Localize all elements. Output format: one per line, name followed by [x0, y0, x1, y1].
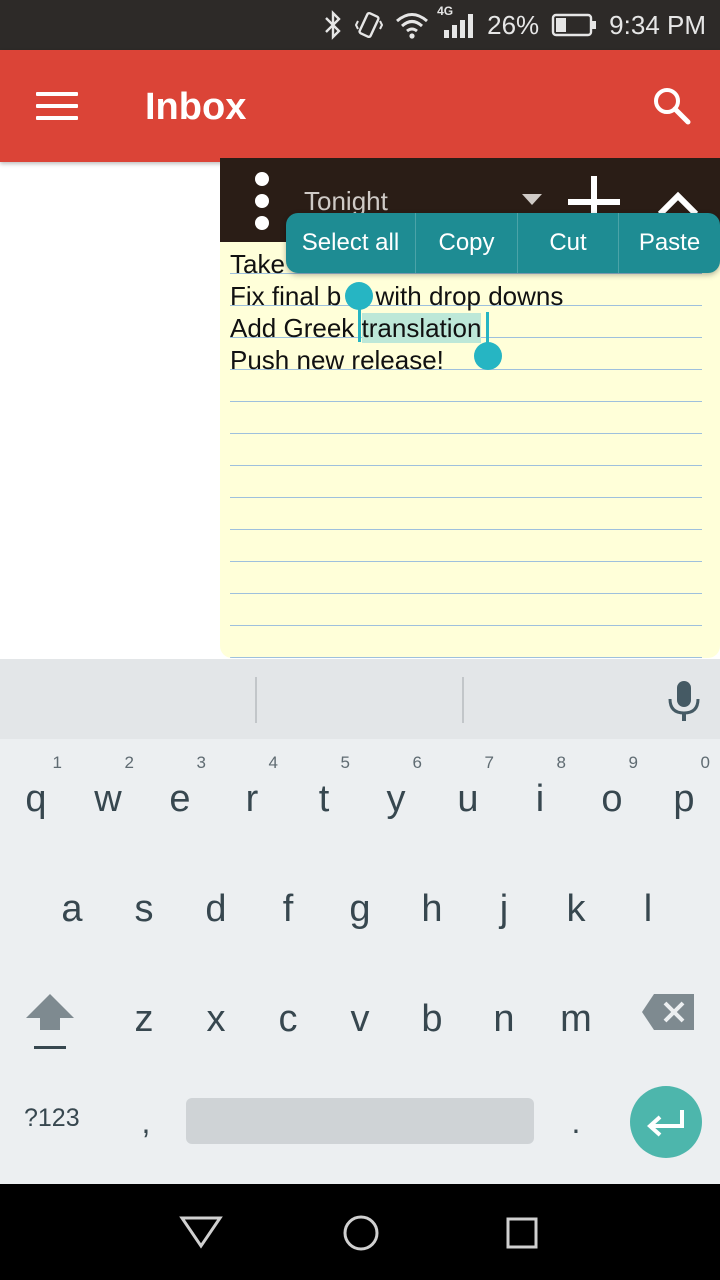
battery-icon [551, 12, 597, 38]
key-z[interactable]: z [114, 965, 174, 1055]
selection-end-handle[interactable] [474, 342, 502, 370]
navigation-bar [0, 1184, 720, 1280]
select-all-button[interactable]: Select all [286, 213, 416, 273]
paste-button[interactable]: Paste [619, 213, 720, 273]
back-icon[interactable] [178, 1214, 224, 1250]
key-e[interactable]: 3e [150, 745, 210, 835]
key-n[interactable]: n [474, 965, 534, 1055]
key-o[interactable]: 9o [582, 745, 642, 835]
key-m[interactable]: m [546, 965, 606, 1055]
key-a[interactable]: a [42, 855, 102, 945]
home-icon[interactable] [342, 1214, 380, 1252]
menu-icon[interactable] [24, 82, 88, 130]
shift-key[interactable] [22, 990, 78, 1054]
copy-button[interactable]: Copy [416, 213, 518, 273]
selected-text[interactable]: translation [361, 313, 482, 343]
symbols-key[interactable]: ?123 [24, 1104, 80, 1133]
key-r[interactable]: 4r [222, 745, 282, 835]
search-icon[interactable] [650, 84, 694, 128]
key-s[interactable]: s [114, 855, 174, 945]
text-selection-menu: Select all Copy Cut Paste [286, 213, 720, 273]
app-bar: Inbox [0, 50, 720, 162]
network-type-label: 4G [437, 4, 454, 18]
key-p[interactable]: 0p [654, 745, 714, 835]
more-options-icon[interactable] [250, 172, 274, 230]
backspace-icon[interactable] [640, 990, 698, 1034]
note-line[interactable]: Fix final bs with drop downs [230, 280, 563, 312]
comma-key[interactable]: , [136, 1104, 156, 1141]
key-f[interactable]: f [258, 855, 318, 945]
suggestion-strip [0, 659, 720, 739]
key-h[interactable]: h [402, 855, 462, 945]
vibrate-icon [355, 10, 384, 40]
page-title: Inbox [145, 86, 247, 128]
space-bar[interactable] [186, 1098, 534, 1144]
key-l[interactable]: l [618, 855, 678, 945]
key-x[interactable]: x [186, 965, 246, 1055]
key-b[interactable]: b [402, 965, 462, 1055]
key-k[interactable]: k [546, 855, 606, 945]
key-t[interactable]: 5t [294, 745, 354, 835]
key-w[interactable]: 2w [78, 745, 138, 835]
status-icons: 4G 26% 9:34 PM [323, 0, 706, 50]
key-d[interactable]: d [186, 855, 246, 945]
dropdown-arrow-icon[interactable] [522, 194, 542, 205]
key-v[interactable]: v [330, 965, 390, 1055]
suggestion-divider [255, 677, 257, 723]
note-line[interactable]: Push new release! [230, 344, 444, 376]
recents-icon[interactable] [505, 1216, 539, 1250]
battery-percentage: 26% [487, 9, 540, 40]
key-q[interactable]: 1q [6, 745, 66, 835]
wifi-icon [395, 11, 429, 39]
key-y[interactable]: 6y [366, 745, 426, 835]
note-line[interactable]: Add Greek translation [230, 312, 482, 344]
key-c[interactable]: c [258, 965, 318, 1055]
key-g[interactable]: g [330, 855, 390, 945]
key-i[interactable]: 8i [510, 745, 570, 835]
note-line[interactable]: Take [230, 248, 285, 280]
enter-key[interactable] [630, 1086, 702, 1158]
suggestion-divider [462, 677, 464, 723]
period-key[interactable]: . [566, 1104, 586, 1141]
clock: 9:34 PM [609, 9, 706, 40]
microphone-icon[interactable] [664, 679, 704, 723]
status-bar: 4G 26% 9:34 PM [0, 0, 720, 50]
cut-button[interactable]: Cut [518, 213, 619, 273]
signal-4g-icon: 4G [437, 4, 475, 40]
selection-start-handle[interactable] [345, 282, 373, 310]
key-u[interactable]: 7u [438, 745, 498, 835]
key-j[interactable]: j [474, 855, 534, 945]
bluetooth-icon [323, 10, 343, 40]
